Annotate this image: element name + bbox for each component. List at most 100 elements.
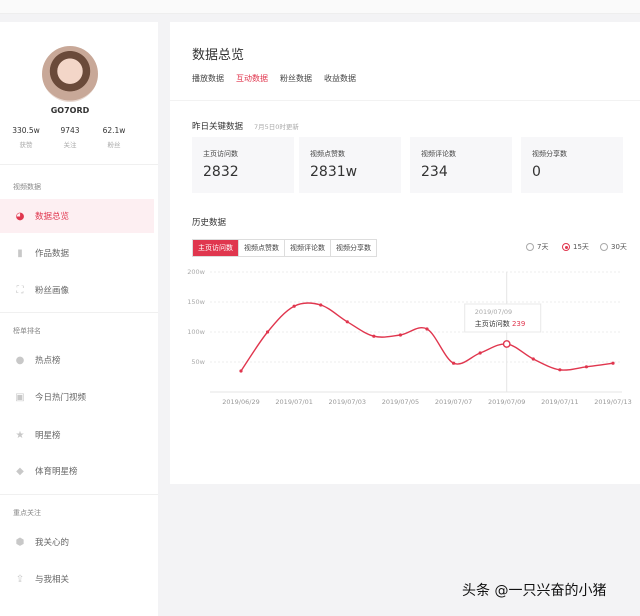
radio-selected-icon — [562, 243, 570, 251]
stat-value: 62.1w — [102, 126, 126, 135]
sidebar-item-works[interactable]: ▮ 作品数据 — [0, 236, 154, 270]
chart-tooltip: 2019/07/09 主页访问数 239 — [464, 303, 542, 333]
star-icon: ★ — [15, 429, 25, 441]
sidebar: GO7ORD 330.5w 获赞 9743 关注 62.1w 粉丝 视频数据 ◕… — [0, 22, 158, 616]
data-point — [292, 304, 296, 308]
x-tick-label: 2019/07/09 — [488, 398, 525, 406]
section-title-rankings: 榜单排名 — [13, 327, 41, 335]
radio-icon — [526, 243, 534, 251]
play-square-icon: ▣ — [15, 391, 25, 403]
flame-icon: ● — [15, 354, 25, 366]
diamond-icon: ◆ — [16, 465, 24, 477]
tooltip-value: 239 — [512, 320, 525, 328]
sidebar-item-overview[interactable]: ◕ 数据总览 — [0, 199, 154, 233]
kpi-card-video-comments: 视频评论数 234 — [410, 137, 512, 193]
sidebar-item-hot-list[interactable]: ● 热点榜 — [0, 343, 154, 377]
data-point — [265, 330, 270, 334]
y-tick-label: 100w — [187, 328, 205, 336]
history-line-chart[interactable]: 50w 100w 150w 200w 2019/06/29 2019/07/01 2019/… — [170, 262, 640, 442]
heart-shield-icon: ⬢ — [15, 536, 25, 548]
section-title-video-data: 视频数据 — [13, 183, 41, 191]
sidebar-item-related-to-me[interactable]: ⇪ 与我相关 — [0, 562, 154, 596]
stat-label: 获赞 — [19, 141, 33, 149]
kpi-value: 0 — [532, 164, 541, 180]
y-tick-label: 200w — [187, 268, 205, 276]
divider — [0, 312, 158, 313]
sidebar-item-label: 我关心的 — [35, 538, 70, 548]
range-option-30d[interactable]: 30天 — [600, 242, 627, 252]
metric-tab-video-likes[interactable]: 视频点赞数 — [239, 240, 285, 256]
metric-tabs: 主页访问数 视频点赞数 视频评论数 视频分享数 — [192, 239, 377, 257]
sidebar-item-label: 数据总览 — [35, 212, 70, 222]
stat-following: 9743 关注 — [48, 126, 92, 149]
data-point — [584, 365, 589, 369]
kpi-card-video-shares: 视频分享数 0 — [521, 137, 623, 193]
data-point — [611, 361, 615, 365]
range-label: 30天 — [611, 243, 627, 251]
stat-label: 关注 — [63, 141, 77, 149]
tooltip-label: 主页访问数 239 — [475, 319, 526, 328]
kpi-update-time: 7月5日0时更新 — [254, 123, 299, 131]
tab-play-data[interactable]: 播放数据 — [192, 73, 224, 84]
sidebar-item-star-list[interactable]: ★ 明星榜 — [0, 418, 154, 452]
sidebar-item-my-concerns[interactable]: ⬢ 我关心的 — [0, 525, 154, 559]
metric-tab-video-comments[interactable]: 视频评论数 — [285, 240, 331, 256]
kpi-label: 视频点赞数 — [310, 150, 345, 158]
sidebar-item-fan-portrait[interactable]: ⛶ 粉丝画像 — [0, 273, 154, 307]
watermark: 头条 @一只兴奋的小猪 — [462, 583, 607, 599]
kpi-value: 2831w — [310, 164, 358, 180]
range-option-15d[interactable]: 15天 — [562, 242, 589, 252]
tab-revenue-data[interactable]: 收益数据 — [324, 73, 356, 84]
share-icon: ⇪ — [15, 573, 25, 585]
tab-fan-data[interactable]: 粉丝数据 — [280, 73, 312, 84]
range-option-7d[interactable]: 7天 — [526, 242, 548, 252]
x-tick-label: 2019/07/11 — [541, 398, 578, 406]
x-tick-label: 2019/07/07 — [435, 398, 472, 406]
data-point — [451, 361, 456, 365]
sidebar-item-label: 与我相关 — [35, 575, 70, 585]
x-tick-label: 2019/07/13 — [594, 398, 631, 406]
avatar[interactable] — [42, 46, 98, 102]
metric-tab-video-shares[interactable]: 视频分享数 — [331, 240, 376, 256]
section-title-focus: 重点关注 — [13, 509, 41, 517]
data-point — [531, 357, 535, 361]
sidebar-item-label: 作品数据 — [35, 249, 70, 259]
tab-interaction-data[interactable]: 互动数据 — [236, 73, 268, 84]
data-point — [372, 334, 376, 338]
stat-fans: 62.1w 粉丝 — [92, 126, 136, 149]
data-point — [239, 369, 243, 373]
data-point — [345, 320, 349, 324]
kpi-value: 2832 — [203, 164, 239, 180]
page-title: 数据总览 — [192, 48, 245, 63]
stat-value: 330.5w — [12, 126, 40, 135]
metric-tab-home-visits[interactable]: 主页访问数 — [193, 240, 239, 256]
radio-icon — [600, 243, 608, 251]
y-tick-label: 50w — [191, 358, 205, 366]
series-line — [240, 302, 614, 372]
data-point — [319, 303, 323, 307]
sidebar-item-sports-star-list[interactable]: ◆ 体育明星榜 — [0, 454, 154, 488]
portrait-icon: ⛶ — [16, 284, 24, 296]
divider — [0, 164, 158, 165]
sidebar-item-hot-videos[interactable]: ▣ 今日热门视频 — [0, 380, 154, 414]
sidebar-item-label: 体育明星榜 — [35, 467, 78, 477]
kpi-label: 主页访问数 — [203, 150, 238, 158]
sidebar-item-label: 粉丝画像 — [35, 286, 70, 296]
stat-label: 粉丝 — [107, 141, 121, 149]
tooltip-date: 2019/07/09 — [475, 308, 512, 316]
username: GO7ORD — [50, 106, 90, 115]
range-label: 7天 — [537, 243, 549, 251]
bar-chart-icon: ▮ — [17, 247, 23, 259]
x-tick-label: 2019/07/01 — [275, 398, 312, 406]
data-point — [398, 333, 403, 337]
data-point-highlighted — [502, 340, 511, 348]
data-point — [478, 351, 482, 355]
kpi-section-title: 昨日关键数据 — [192, 122, 244, 132]
pie-chart-icon: ◕ — [15, 210, 25, 222]
range-label: 15天 — [573, 243, 589, 251]
data-point — [558, 368, 562, 372]
divider — [0, 494, 158, 495]
main-panel: 数据总览 播放数据 互动数据 粉丝数据 收益数据 昨日关键数据 7月5日0时更新… — [170, 22, 640, 484]
history-section-title: 历史数据 — [192, 218, 227, 228]
kpi-card-home-visits: 主页访问数 2832 — [192, 137, 294, 193]
